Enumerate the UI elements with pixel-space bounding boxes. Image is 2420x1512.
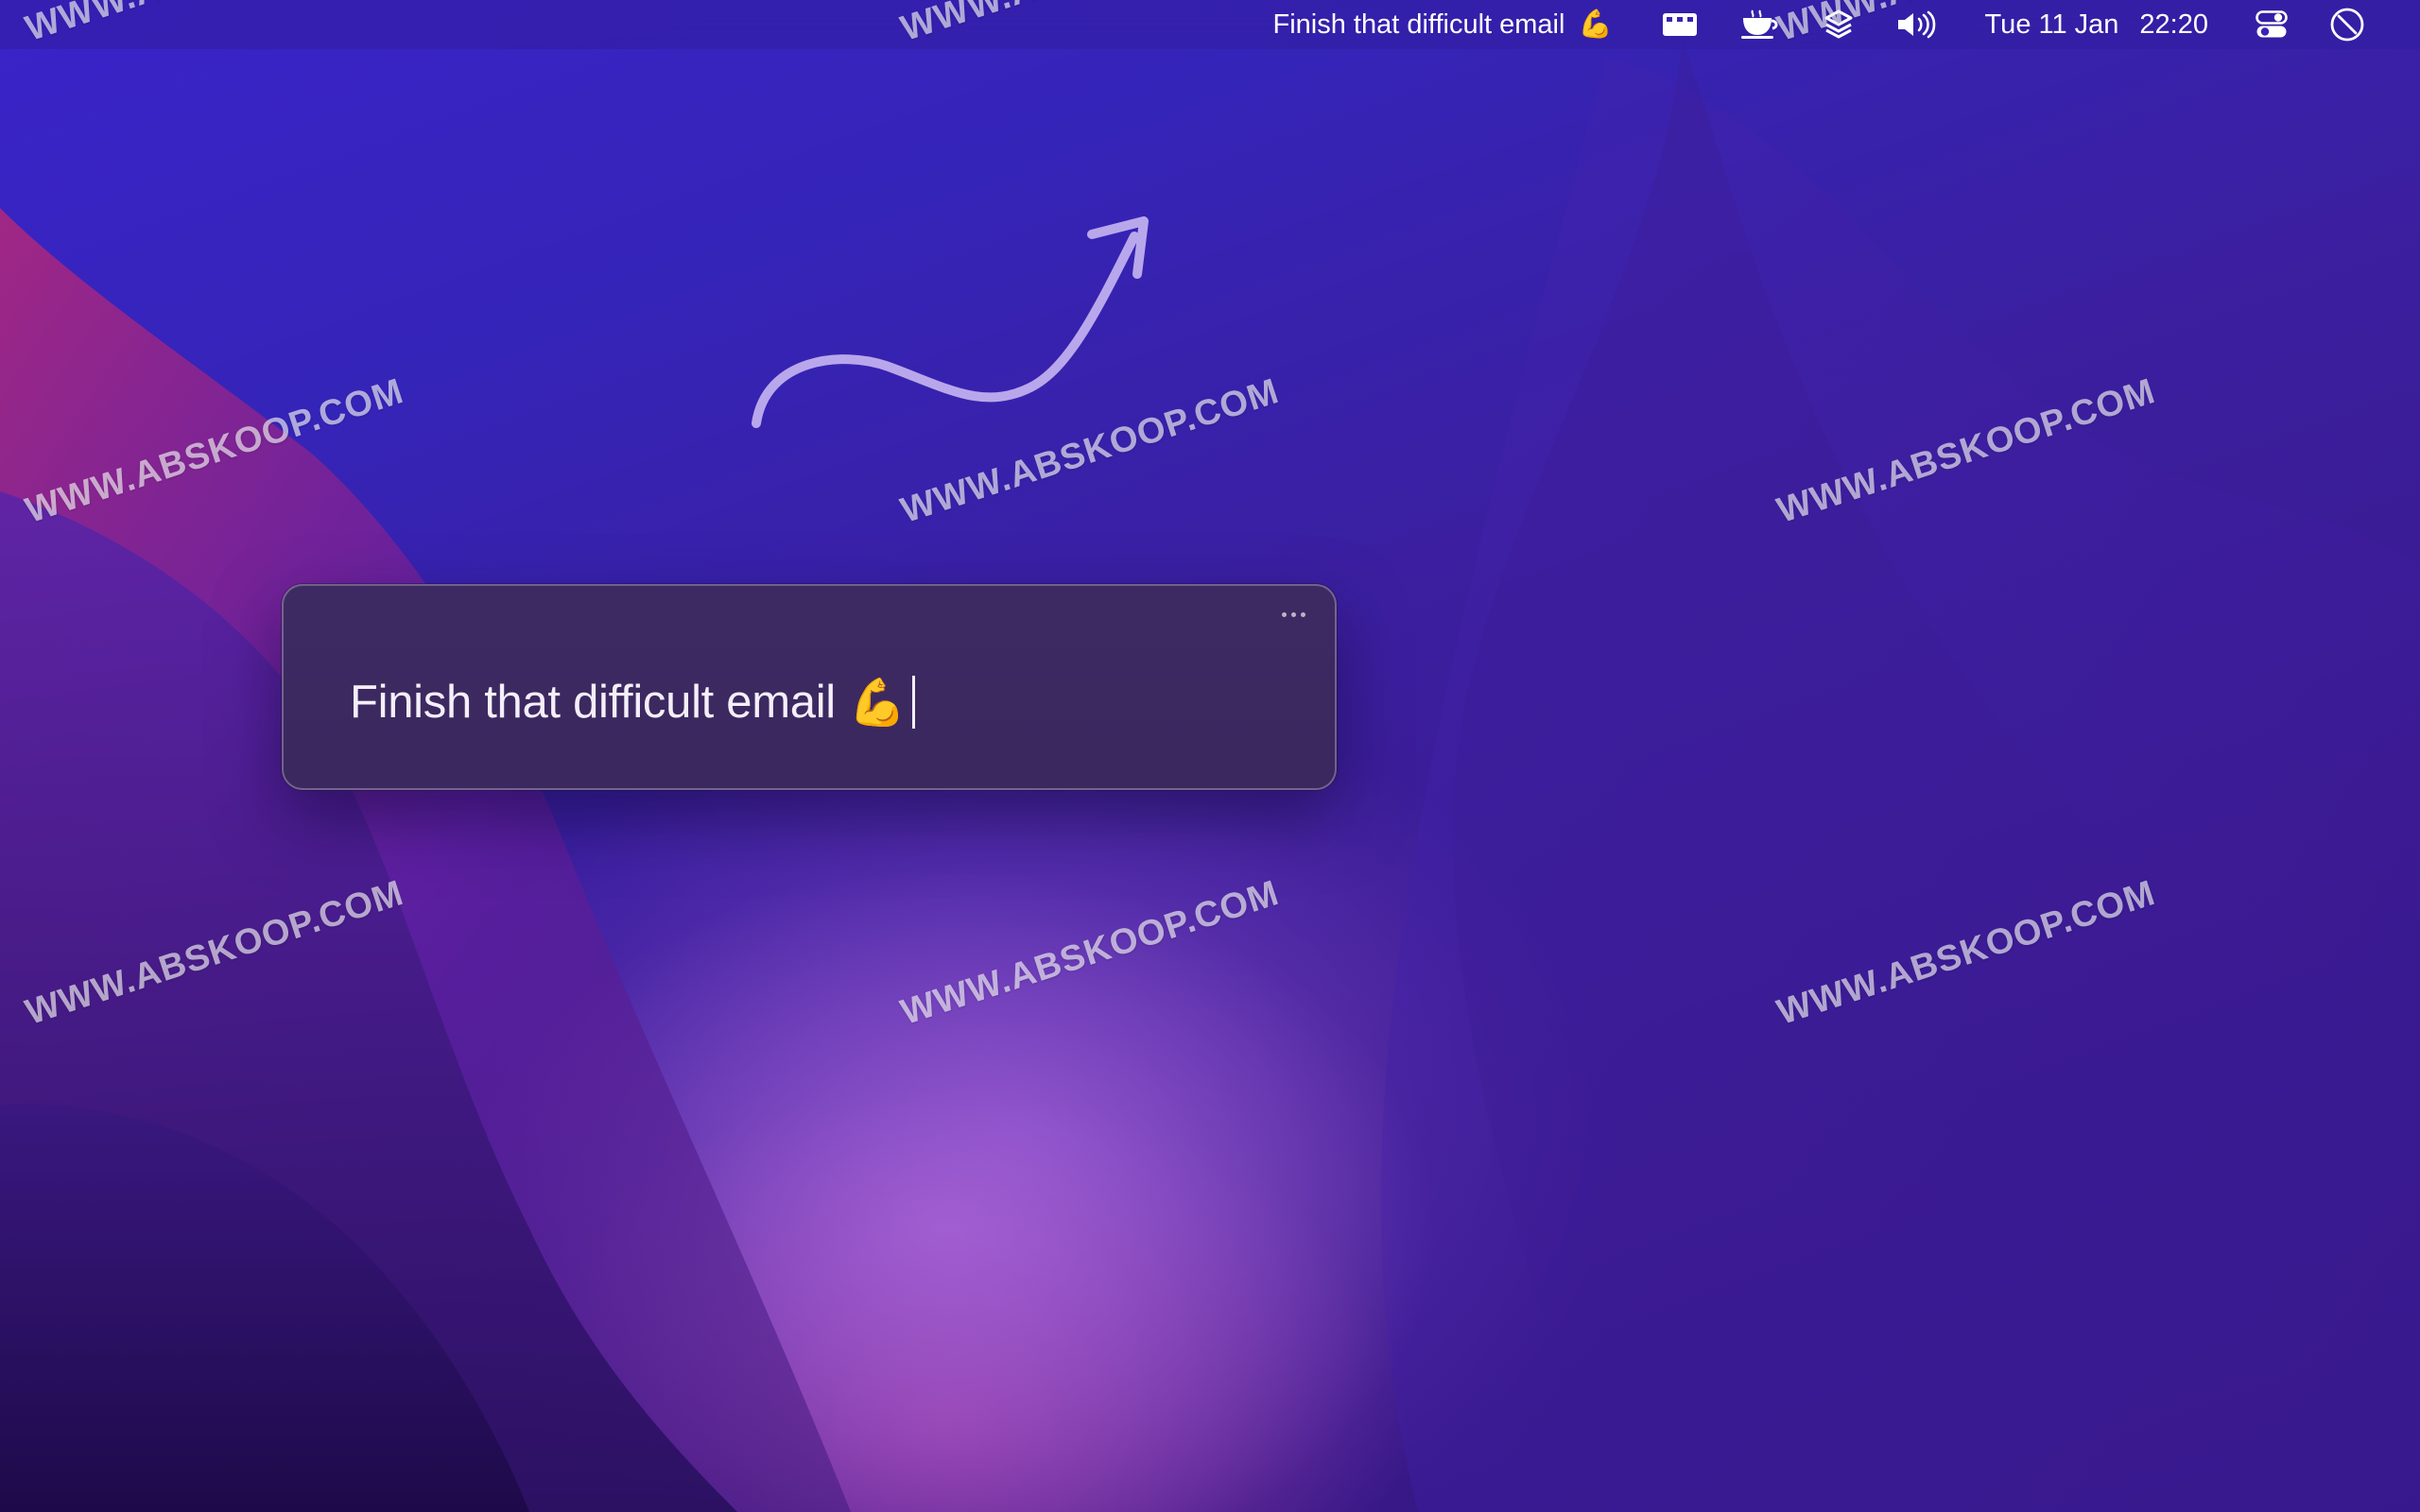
task-input-text: Finish that difficult email bbox=[350, 677, 836, 728]
clock-day: Tue 11 Jan bbox=[1984, 9, 2119, 40]
control-center-icon[interactable] bbox=[2235, 0, 2308, 49]
desktop: Finish that difficult email 💪 Tue 11 Jan… bbox=[0, 0, 2420, 1512]
menu-bar: Finish that difficult email 💪 Tue 11 Jan… bbox=[0, 0, 2420, 49]
flexed-biceps-emoji: 💪 bbox=[848, 677, 907, 729]
volume-icon[interactable] bbox=[1876, 0, 1959, 49]
menu-bar-status-area: Finish that difficult email 💪 Tue 11 Jan… bbox=[1253, 0, 2387, 49]
menubar-task-title: Finish that difficult email bbox=[1272, 9, 1565, 40]
menubar-current-task[interactable]: Finish that difficult email 💪 bbox=[1253, 0, 1641, 49]
ellipsis-icon[interactable] bbox=[1274, 603, 1312, 626]
clock-time: 22:20 bbox=[2139, 9, 2208, 40]
menubar-clock[interactable]: Tue 11 Jan 22:20 bbox=[1959, 0, 2235, 49]
task-input[interactable]: Finish that difficult email 💪 bbox=[350, 669, 915, 735]
focus-timer-icon[interactable] bbox=[2308, 0, 2386, 49]
layers-icon[interactable] bbox=[1802, 0, 1876, 49]
task-popup-window[interactable]: Finish that difficult email 💪 bbox=[282, 584, 1337, 790]
text-caret bbox=[911, 676, 915, 729]
screen-icon[interactable] bbox=[1641, 0, 1719, 49]
annotation-arrow-icon bbox=[752, 216, 1149, 428]
flexed-biceps-emoji: 💪 bbox=[1578, 9, 1613, 40]
coffee-cup-icon[interactable] bbox=[1719, 0, 1802, 49]
